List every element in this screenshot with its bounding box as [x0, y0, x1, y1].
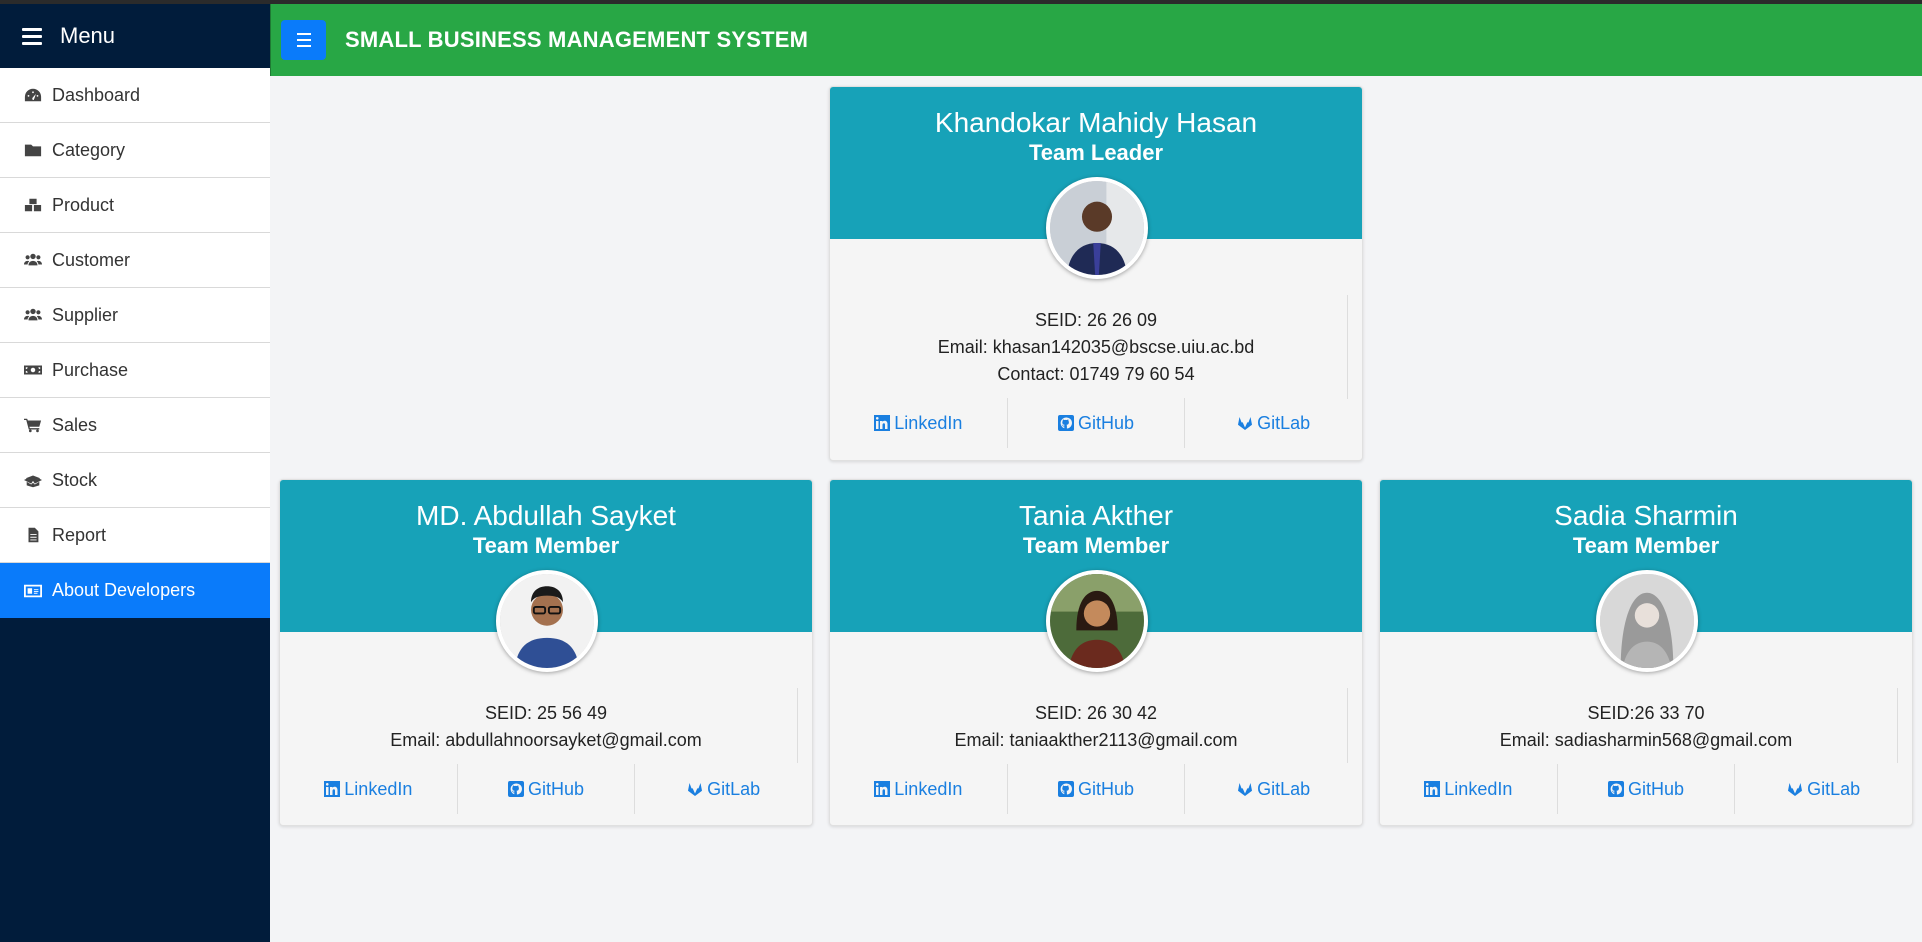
sidebar-item-report[interactable]: Report: [0, 508, 270, 563]
developer-card: Tania Akther Team Member SEID: 26 30 42 …: [829, 479, 1363, 826]
users-icon: [22, 306, 44, 324]
github-link[interactable]: GitHub: [1008, 764, 1186, 814]
sidebar-header[interactable]: Menu: [0, 4, 270, 68]
developer-seid: SEID: 26 26 09: [1034, 310, 1158, 330]
developer-role: Team Member: [1022, 533, 1170, 558]
gitlab-icon: [1238, 417, 1253, 430]
github-icon: [1057, 415, 1074, 431]
money-icon: [22, 361, 44, 379]
sidebar-item-purchase[interactable]: Purchase: [0, 343, 270, 398]
developer-card: MD. Abdullah Sayket Team Member SEID: 25…: [279, 479, 813, 826]
linkedin-link[interactable]: LinkedIn: [830, 764, 1008, 814]
card-body: SEID: 25 56 49 Email: abdullahnoorsayket…: [280, 632, 812, 814]
sidebar-item-sales[interactable]: Sales: [0, 398, 270, 453]
developer-role: Team Member: [472, 533, 620, 558]
sidebar-item-label: Category: [52, 139, 126, 160]
gitlab-link[interactable]: GitLab: [1185, 398, 1362, 448]
sidebar-item-supplier[interactable]: Supplier: [0, 288, 270, 343]
sidebar-item-about-developers[interactable]: About Developers: [0, 563, 270, 618]
gitlab-icon: [1788, 783, 1803, 796]
developer-role: Team Member: [1572, 533, 1720, 558]
boxes-icon: [22, 196, 44, 214]
linkedin-link[interactable]: LinkedIn: [280, 764, 458, 814]
linkedin-link[interactable]: LinkedIn: [830, 398, 1008, 448]
developer-seid: SEID: 26 30 42: [1034, 703, 1158, 723]
gitlab-icon: [688, 783, 703, 796]
developer-name: Sadia Sharmin: [1554, 500, 1738, 531]
gitlab-link[interactable]: GitLab: [1185, 764, 1362, 814]
developer-contact: Contact: 01749 79 60 54: [997, 364, 1195, 384]
linkedin-icon: [874, 415, 891, 431]
github-link[interactable]: GitHub: [1558, 764, 1736, 814]
developer-email: Email: sadiasharmin568@gmail.com: [1499, 730, 1793, 750]
card-body: SEID:26 33 70 Email: sadiasharmin568@gma…: [1380, 632, 1912, 814]
sidebar-item-dashboard[interactable]: Dashboard: [0, 68, 270, 123]
gitlab-link[interactable]: GitLab: [1735, 764, 1912, 814]
developer-name: MD. Abdullah Sayket: [416, 500, 676, 531]
sidebar-nav: Dashboard Category Product Customer Supp…: [0, 68, 270, 618]
file-icon: [22, 526, 44, 544]
gitlab-link[interactable]: GitLab: [635, 764, 812, 814]
dashboard-icon: [22, 86, 44, 104]
sidebar-toggle-button[interactable]: [281, 20, 326, 60]
card-body: SEID: 26 26 09 Email: khasan142035@bscse…: [830, 239, 1362, 448]
users-icon: [22, 251, 44, 269]
social-links: LinkedIn GitHub GitLab: [1380, 764, 1912, 814]
top-navbar: SMALL BUSINESS MANAGEMENT SYSTEM: [270, 4, 1922, 76]
sidebar-title: Menu: [60, 23, 116, 48]
sidebar-item-category[interactable]: Category: [0, 123, 270, 178]
developer-name: Tania Akther: [1018, 500, 1174, 531]
linkedin-icon: [324, 781, 341, 797]
social-links: LinkedIn GitHub GitLab: [830, 398, 1362, 448]
sidebar-item-label: Stock: [52, 469, 98, 490]
cart-icon: [22, 416, 44, 434]
sidebar-item-label: Customer: [52, 249, 131, 270]
sidebar-item-stock[interactable]: Stock: [0, 453, 270, 508]
developer-role: Team Leader: [1028, 140, 1164, 165]
sidebar-item-label: Product: [52, 194, 115, 215]
github-icon: [1057, 781, 1074, 797]
hamburger-icon: [22, 24, 42, 49]
social-links: LinkedIn GitHub GitLab: [830, 764, 1362, 814]
github-link[interactable]: GitHub: [1008, 398, 1186, 448]
linkedin-icon: [874, 781, 891, 797]
github-link[interactable]: GitHub: [458, 764, 636, 814]
folder-icon: [22, 141, 44, 159]
social-links: LinkedIn GitHub GitLab: [280, 764, 812, 814]
sidebar-item-product[interactable]: Product: [0, 178, 270, 233]
sidebar-item-customer[interactable]: Customer: [0, 233, 270, 288]
linkedin-icon: [1424, 781, 1441, 797]
developer-card: Sadia Sharmin Team Member SEID:26 33 70 …: [1379, 479, 1913, 826]
developer-seid: SEID: 25 56 49: [484, 703, 608, 723]
sidebar-item-label: Report: [52, 524, 107, 545]
github-icon: [507, 781, 524, 797]
sidebar: Menu Dashboard Category Product Customer…: [0, 4, 270, 942]
developer-name: Khandokar Mahidy Hasan: [934, 107, 1258, 138]
gitlab-icon: [1238, 783, 1253, 796]
linkedin-link[interactable]: LinkedIn: [1380, 764, 1558, 814]
developer-seid: SEID:26 33 70: [1587, 703, 1705, 723]
id-card-icon: [22, 582, 44, 600]
box-open-icon: [22, 471, 44, 489]
sidebar-item-label: Sales: [52, 414, 98, 435]
sidebar-item-label: Dashboard: [52, 84, 141, 105]
app-title: SMALL BUSINESS MANAGEMENT SYSTEM: [345, 27, 809, 52]
github-icon: [1607, 781, 1624, 797]
developer-email: Email: abdullahnoorsayket@gmail.com: [390, 730, 702, 750]
developer-card-leader: Khandokar Mahidy Hasan Team Leader SEID:…: [829, 86, 1363, 461]
sidebar-item-label: Supplier: [52, 304, 119, 325]
sidebar-item-label: Purchase: [52, 359, 129, 380]
main-content: SMALL BUSINESS MANAGEMENT SYSTEM Khandok…: [270, 4, 1922, 942]
card-body: SEID: 26 30 42 Email: taniaakther2113@gm…: [830, 632, 1362, 814]
developer-email: Email: taniaakther2113@gmail.com: [954, 730, 1238, 750]
sidebar-item-label: About Developers: [52, 580, 196, 600]
developer-email: Email: khasan142035@bscse.uiu.ac.bd: [937, 337, 1255, 357]
